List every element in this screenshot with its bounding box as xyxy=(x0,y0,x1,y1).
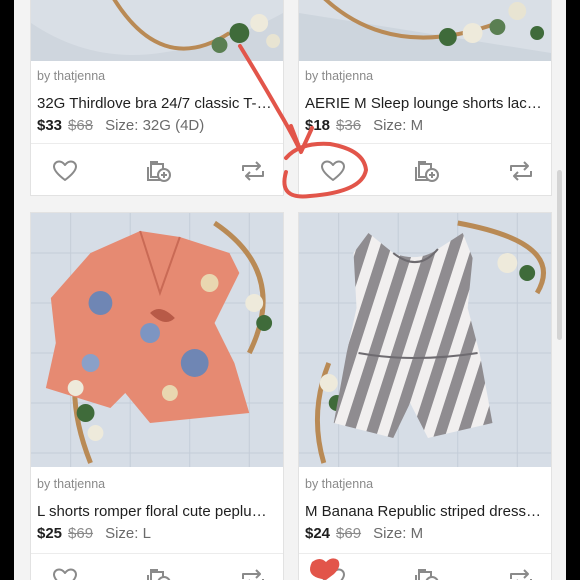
action-bar xyxy=(31,153,283,189)
bundle-add-icon[interactable] xyxy=(140,561,176,580)
divider xyxy=(299,553,551,554)
share-icon[interactable] xyxy=(235,153,271,189)
listing-photo[interactable] xyxy=(31,0,283,61)
price-line: $24 $69 Size: M xyxy=(305,525,423,542)
scrollbar[interactable] xyxy=(557,170,562,340)
listing-photo[interactable] xyxy=(299,213,551,467)
listing-price: $33 xyxy=(37,117,63,134)
divider xyxy=(31,553,283,554)
heart-icon[interactable] xyxy=(315,153,351,189)
original-price: $68 xyxy=(68,117,94,134)
listing-title[interactable]: 32G Thirdlove bra 24/7 classic T-shirt b… xyxy=(37,95,277,112)
listing-photo[interactable] xyxy=(299,0,551,61)
divider xyxy=(31,143,283,144)
listing-price: $18 xyxy=(305,117,331,134)
listing-feed: by thatjenna 32G Thirdlove bra 24/7 clas… xyxy=(14,0,566,580)
listing-size: Size: M xyxy=(373,525,424,542)
bundle-add-icon[interactable] xyxy=(408,153,444,189)
bundle-add-icon[interactable] xyxy=(408,561,444,580)
listing-price: $24 xyxy=(305,525,331,542)
share-icon[interactable] xyxy=(235,561,271,580)
share-icon[interactable] xyxy=(503,153,539,189)
price-line: $33 $68 Size: 32G (4D) xyxy=(37,117,204,134)
listing-size: Size: M xyxy=(373,117,424,134)
action-bar xyxy=(31,561,283,580)
listing-title[interactable]: M Banana Republic striped dress romper xyxy=(305,503,545,520)
price-line: $18 $36 Size: M xyxy=(305,117,423,134)
seller-name[interactable]: by thatjenna xyxy=(305,477,373,491)
divider xyxy=(299,143,551,144)
listing-card[interactable]: by thatjenna AERIE M Sleep lounge shorts… xyxy=(298,0,552,196)
seller-name[interactable]: by thatjenna xyxy=(37,477,105,491)
listing-size: Size: 32G (4D) xyxy=(105,117,205,134)
listing-price: $25 xyxy=(37,525,63,542)
heart-icon[interactable] xyxy=(315,561,351,580)
price-line: $25 $69 Size: L xyxy=(37,525,151,542)
original-price: $69 xyxy=(336,525,362,542)
bundle-add-icon[interactable] xyxy=(140,153,176,189)
seller-name[interactable]: by thatjenna xyxy=(305,69,373,83)
listing-photo[interactable] xyxy=(31,213,283,467)
listing-card[interactable]: by thatjenna M Banana Republic striped d… xyxy=(298,212,552,580)
listing-size: Size: L xyxy=(105,525,151,542)
listing-title[interactable]: L shorts romper floral cute peplum sleev… xyxy=(37,503,277,520)
original-price: $36 xyxy=(336,117,362,134)
original-price: $69 xyxy=(68,525,94,542)
action-bar xyxy=(299,153,551,189)
action-bar xyxy=(299,561,551,580)
listing-card[interactable]: by thatjenna L shorts romper floral cute… xyxy=(30,212,284,580)
seller-name[interactable]: by thatjenna xyxy=(37,69,105,83)
listing-title[interactable]: AERIE M Sleep lounge shorts lace trim xyxy=(305,95,545,112)
share-icon[interactable] xyxy=(503,561,539,580)
heart-icon[interactable] xyxy=(47,153,83,189)
listing-card[interactable]: by thatjenna 32G Thirdlove bra 24/7 clas… xyxy=(30,0,284,196)
heart-icon[interactable] xyxy=(47,561,83,580)
